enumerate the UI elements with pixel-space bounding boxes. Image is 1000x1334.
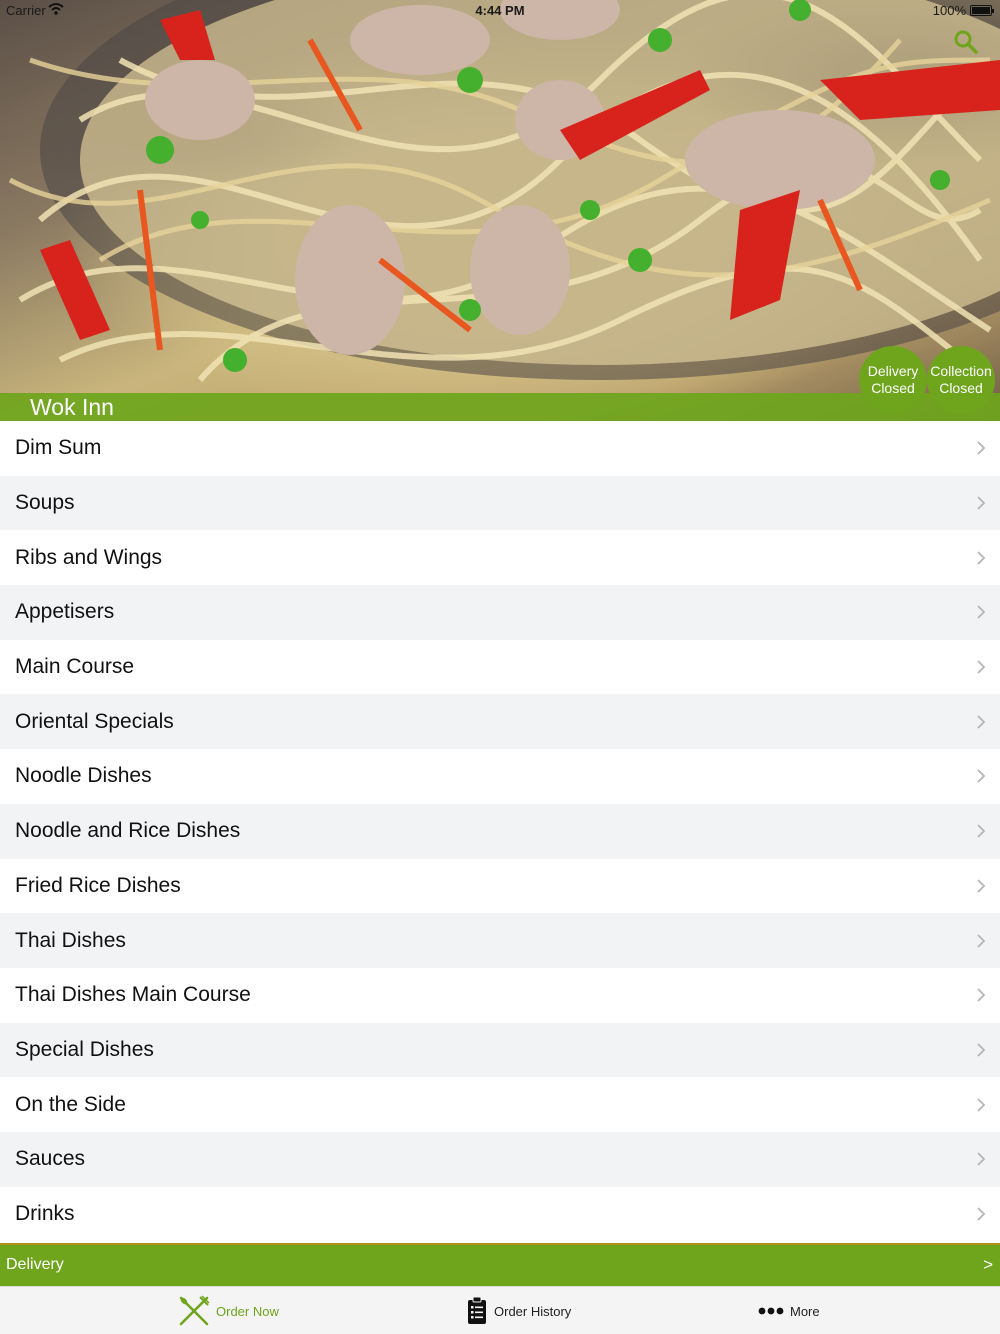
tab-more-label: More [790,1303,820,1319]
chevron-right-icon [977,660,986,674]
delivery-badge-title: Delivery [867,363,919,379]
chevron-right-icon [977,1207,986,1221]
menu-item-label: Drinks [15,1201,75,1225]
menu-item-special-dishes[interactable]: Special Dishes [0,1022,1000,1078]
menu-item-fried-rice-dishes[interactable]: Fried Rice Dishes [0,858,1000,914]
delivery-mode-label: Delivery [6,1256,64,1273]
restaurant-name: Wok Inn [30,394,114,420]
tab-order-now[interactable]: Order Now [178,1287,279,1334]
menu-item-thai-dishes-main-course[interactable]: Thai Dishes Main Course [0,967,1000,1023]
menu-item-sauces[interactable]: Sauces [0,1131,1000,1187]
menu-item-on-the-side[interactable]: On the Side [0,1077,1000,1132]
menu-item-dim-sum[interactable]: Dim Sum [0,421,1000,476]
hero-banner: Carrier 4:44 PM 100% Wok Inn Delivery Cl… [0,0,1000,421]
tab-order-history-label: Order History [494,1303,572,1319]
menu-item-label: On the Side [15,1092,126,1116]
chevron-right-icon [977,1043,986,1057]
tab-order-now-label: Order Now [216,1303,279,1319]
menu-item-label: Noodle Dishes [15,764,152,788]
menu-item-label: Noodle and Rice Dishes [15,819,241,843]
delivery-mode-bar[interactable]: Delivery > [0,1243,1000,1286]
chevron-right-icon [977,441,986,455]
status-time: 4:44 PM [475,3,525,18]
menu-item-noodle-and-rice-dishes[interactable]: Noodle and Rice Dishes [0,803,1000,859]
chevron-right-icon [977,715,986,729]
search-icon[interactable] [952,28,980,56]
menu-item-label: Appetisers [15,600,115,624]
menu-item-drinks[interactable]: Drinks [0,1186,1000,1242]
hero-food-image [8,0,1000,383]
menu-item-appetisers[interactable]: Appetisers [0,585,1000,640]
menu-item-oriental-specials[interactable]: Oriental Specials [0,694,1000,750]
menu-item-label: Oriental Specials [15,709,174,733]
title-band: Wok Inn [0,393,1000,421]
menu-item-label: Thai Dishes Main Course [15,983,251,1007]
chevron-right-icon [977,496,986,510]
status-bar: Carrier 4:44 PM 100% [0,0,1000,22]
battery-icon [970,5,994,16]
chevron-right-icon [977,1097,986,1112]
menu-item-label: Dim Sum [15,436,102,460]
menu-item-noodle-dishes[interactable]: Noodle Dishes [0,749,1000,804]
chevron-right-icon [977,988,986,1002]
chevron-right-icon [977,879,986,893]
menu-item-thai-dishes[interactable]: Thai Dishes [0,913,1000,968]
collection-badge-title: Collection [930,363,992,379]
delivery-badge-status: Closed [871,380,915,396]
tab-bar: Order Now Order History More [0,1286,1000,1334]
menu-item-label: Ribs and Wings [15,545,163,569]
clipboard-icon [468,1296,486,1324]
ellipsis-icon [758,1307,784,1315]
chevron-right-icon [977,933,986,948]
chevron-right-icon [977,824,986,838]
collection-status-badge: Collection Closed [927,346,995,414]
menu-category-list: Dim Sum Soups Ribs and Wings Appetisers … [0,421,1000,1242]
menu-item-main-course[interactable]: Main Course [0,639,1000,695]
chevron-right-icon [977,551,986,565]
tab-more[interactable]: More [758,1287,820,1334]
menu-item-label: Sauces [15,1147,86,1171]
menu-item-label: Thai Dishes [15,928,126,952]
menu-item-ribs-and-wings[interactable]: Ribs and Wings [0,530,1000,586]
collection-badge-status: Closed [939,380,983,396]
menu-item-label: Main Course [15,655,135,679]
chevron-right-icon [977,1152,986,1166]
menu-item-label: Soups [15,491,75,515]
menu-item-label: Special Dishes [15,1037,154,1061]
battery-percentage: 100% [932,3,966,18]
tab-order-history[interactable]: Order History [466,1287,571,1334]
chevron-right-icon [977,769,986,784]
fork-knife-icon [179,1295,210,1326]
menu-item-label: Fried Rice Dishes [15,873,181,897]
chevron-right-icon [977,605,986,620]
delivery-arrow: > [983,1255,993,1274]
menu-item-soups[interactable]: Soups [0,475,1000,531]
delivery-status-badge: Delivery Closed [859,346,927,414]
